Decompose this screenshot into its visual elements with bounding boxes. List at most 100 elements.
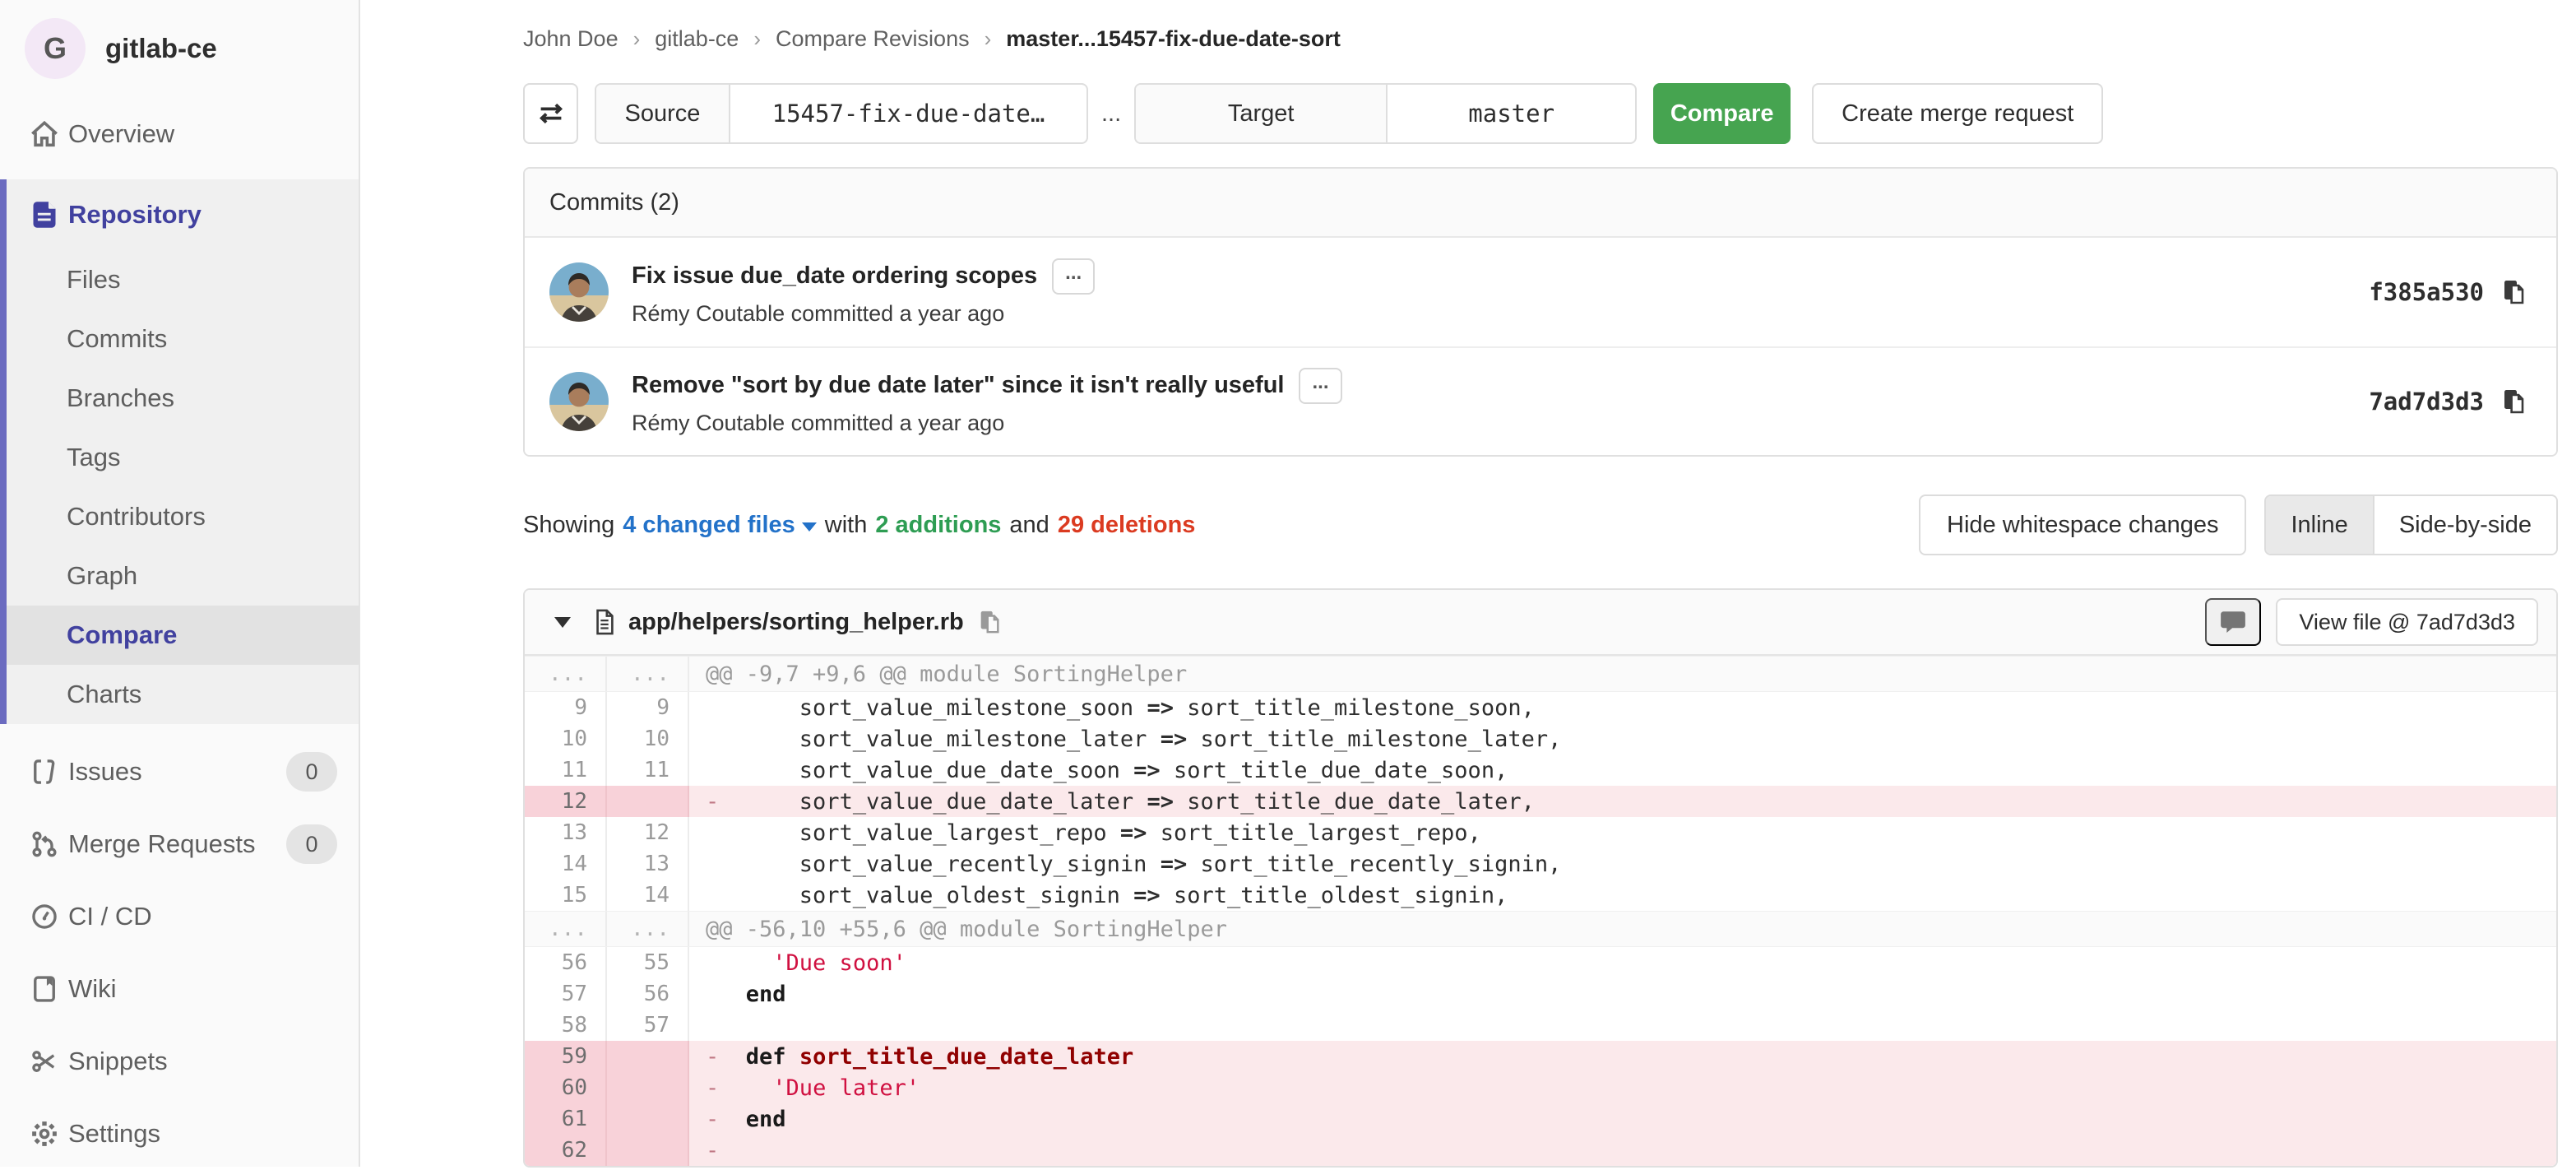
new-line-number[interactable]: 56 [607,978,689,1010]
diff-line: 1312 sort_value_largest_repo => sort_tit… [525,817,2556,848]
sidebar-item-tags[interactable]: Tags [7,428,359,487]
sidebar-item-issues[interactable]: Issues 0 [0,736,359,808]
sidebar-item-label: Overview [68,119,174,149]
gauge-icon [27,902,62,931]
new-line-number[interactable]: 14 [607,880,689,911]
diff-line: 5756 end [525,978,2556,1010]
commit-title-link[interactable]: Remove "sort by due date later" since it… [632,372,1284,399]
breadcrumb: John Doe › gitlab-ce › Compare Revisions… [523,0,2558,52]
sidebar-item-contributors[interactable]: Contributors [7,487,359,546]
old-line-number[interactable]: 61 [525,1103,607,1135]
breadcrumb-user[interactable]: John Doe [523,26,619,52]
new-line-number[interactable] [607,1072,689,1103]
inline-view-button[interactable]: Inline [2266,496,2374,554]
sidebar-item-graph[interactable]: Graph [7,546,359,606]
diff-line-content: sort_value_largest_repo => sort_title_la… [689,817,2556,848]
diff-line-content: sort_value_milestone_soon => sort_title_… [689,692,2556,723]
new-line-number[interactable] [607,786,689,817]
new-line-number[interactable]: 9 [607,692,689,723]
old-line-number[interactable]: 14 [525,848,607,880]
toggle-comments-button[interactable] [2205,598,2261,646]
swap-arrows-icon [536,99,566,128]
sidebar-item-snippets[interactable]: Snippets [0,1025,359,1098]
copy-file-path-icon[interactable] [977,609,1002,635]
summary-prefix: Showing [523,512,614,539]
old-line-number[interactable]: 62 [525,1135,607,1166]
commit-title-link[interactable]: Fix issue due_date ordering scopes [632,262,1037,290]
old-line-number[interactable]: 12 [525,786,607,817]
side-by-side-view-button[interactable]: Side-by-side [2374,496,2556,554]
diff-line-content: - 'Due later' [689,1072,2556,1103]
sidebar-item-commits[interactable]: Commits [7,309,359,369]
sidebar-item-files[interactable]: Files [7,250,359,309]
commits-panel: Commits (2) Fix issue due_date ordering … [523,167,2558,457]
old-line-number[interactable]: 56 [525,947,607,978]
target-branch-dropdown[interactable]: master [1388,85,1635,142]
commit-author-avatar [549,372,609,431]
view-file-button[interactable]: View file @ 7ad7d3d3 [2276,598,2538,646]
commit-sha-link[interactable]: f385a530 [2369,278,2484,306]
new-line-number[interactable] [607,1041,689,1072]
diff-line-content: - end [689,1103,2556,1135]
commit-sha-link[interactable]: 7ad7d3d3 [2369,388,2484,416]
sidebar-item-branches[interactable]: Branches [7,369,359,428]
scissors-icon [27,1047,62,1076]
new-line-number[interactable]: 10 [607,723,689,754]
copy-sha-icon[interactable] [2500,388,2527,416]
compare-button[interactable]: Compare [1653,83,1791,144]
commit-description-expand-button[interactable]: ... [1299,368,1341,404]
old-line-number[interactable]: 58 [525,1010,607,1041]
old-line-number[interactable]: 60 [525,1072,607,1103]
summary-and: and [1009,512,1049,539]
deletions-count: 29 deletions [1058,512,1196,539]
new-line-number[interactable] [607,1135,689,1166]
new-line-number[interactable]: 55 [607,947,689,978]
old-line-number[interactable]: 9 [525,692,607,723]
diff-file-path[interactable]: app/helpers/sorting_helper.rb [628,609,964,636]
sidebar-item-merge-requests[interactable]: Merge Requests 0 [0,808,359,880]
commit-row: Remove "sort by due date later" since it… [525,346,2556,455]
hide-whitespace-button[interactable]: Hide whitespace changes [1919,494,2246,555]
breadcrumb-compare-revisions[interactable]: Compare Revisions [776,26,970,52]
issues-count-badge: 0 [286,752,337,792]
sidebar-item-label: Merge Requests [68,829,255,859]
copy-sha-icon[interactable] [2500,278,2527,306]
create-merge-request-button[interactable]: Create merge request [1812,83,2103,144]
project-avatar[interactable]: G [25,18,86,79]
commit-row: Fix issue due_date ordering scopes ... R… [525,238,2556,346]
collapse-file-caret-icon[interactable] [554,617,571,628]
old-line-number[interactable]: 15 [525,880,607,911]
old-line-number[interactable]: 11 [525,754,607,786]
source-branch-dropdown[interactable]: 15457-fix-due-date… [730,85,1086,142]
old-line-number[interactable]: 13 [525,817,607,848]
sidebar-item-wiki[interactable]: Wiki [0,953,359,1025]
new-line-number[interactable]: 57 [607,1010,689,1041]
sidebar-item-compare[interactable]: Compare [7,606,359,665]
project-name[interactable]: gitlab-ce [105,33,217,64]
old-line-number[interactable]: 10 [525,723,607,754]
new-line-number[interactable]: 13 [607,848,689,880]
compare-form: Source 15457-fix-due-date… ... Target ma… [523,83,2558,144]
project-header[interactable]: G gitlab-ce [0,0,359,100]
changed-files-count: 4 changed files [623,512,795,539]
swap-revisions-button[interactable] [523,83,578,144]
sidebar-item-label: Repository [68,200,202,230]
commit-description-expand-button[interactable]: ... [1052,258,1095,295]
diff-line-content: sort_value_oldest_signin => sort_title_o… [689,880,2556,911]
changed-files-dropdown[interactable]: 4 changed files [623,512,817,539]
sidebar-item-settings[interactable]: Settings [0,1098,359,1170]
new-line-number[interactable]: 12 [607,817,689,848]
diff-line: 1514 sort_value_oldest_signin => sort_ti… [525,880,2556,911]
commit-author-avatar [549,262,609,322]
sidebar-item-repository[interactable]: Repository [7,179,359,250]
old-line-number: ... [525,912,607,946]
new-line-number[interactable]: 11 [607,754,689,786]
breadcrumb-project[interactable]: gitlab-ce [655,26,739,52]
old-line-number[interactable]: 59 [525,1041,607,1072]
sidebar-item-ci-cd[interactable]: CI / CD [0,880,359,953]
sidebar-item-overview[interactable]: Overview [0,100,359,168]
sidebar-item-charts[interactable]: Charts [7,665,359,724]
diff-line-content: sort_value_milestone_later => sort_title… [689,723,2556,754]
new-line-number[interactable] [607,1103,689,1135]
old-line-number[interactable]: 57 [525,978,607,1010]
